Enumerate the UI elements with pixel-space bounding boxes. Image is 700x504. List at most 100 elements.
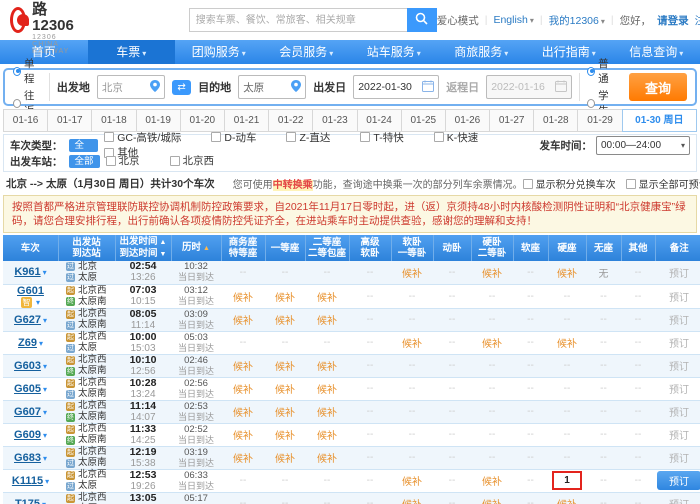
second-class-seat-value[interactable]: 候补 [317, 385, 337, 396]
book-button[interactable]: 预订 [657, 471, 700, 490]
chevron-down-icon[interactable]: ▾ [39, 339, 43, 348]
location-pin-icon[interactable] [150, 80, 160, 95]
column-header[interactable]: 硬座 [548, 235, 586, 261]
hard-sleeper-value[interactable]: 候补 [482, 339, 502, 350]
date-tab-01-30[interactable]: 01-30 周日 [622, 109, 697, 132]
register-link[interactable]: 注册 [695, 13, 700, 28]
column-header[interactable]: 备注 [655, 235, 700, 261]
second-class-seat-value[interactable]: 候补 [317, 454, 337, 465]
show-all-checkbox[interactable]: 显示全部可预订车次 [626, 176, 700, 191]
soft-sleeper-value[interactable]: 候补 [402, 500, 422, 504]
calendar-icon[interactable] [422, 80, 434, 95]
train-link[interactable]: G601 [17, 285, 44, 297]
train-link[interactable]: G609 [14, 429, 41, 441]
second-class-seat-value[interactable]: 候补 [317, 293, 337, 304]
train-link[interactable]: T175 [15, 498, 40, 504]
from-input[interactable] [102, 81, 150, 93]
depart-station-option-0[interactable]: 北京 [106, 153, 140, 168]
column-header[interactable]: 其他 [621, 235, 655, 261]
hard-sleeper-value[interactable]: 候补 [482, 500, 502, 504]
chevron-down-icon[interactable]: ▾ [36, 298, 40, 307]
column-header[interactable]: 高级软卧 [349, 235, 391, 261]
train-link[interactable]: G605 [14, 383, 41, 395]
train-link[interactable]: G627 [14, 314, 41, 326]
nav-item-business-services[interactable]: 商旅服务▾ [438, 40, 526, 64]
nav-item-info-query[interactable]: 信息查询▾ [613, 40, 700, 64]
chevron-down-icon[interactable]: ▾ [43, 316, 47, 325]
chevron-down-icon[interactable]: ▾ [43, 408, 47, 417]
date-tab-01-17[interactable]: 01-17 [47, 109, 92, 132]
hard-seat-value[interactable]: 1 [564, 475, 570, 486]
hard-seat-value[interactable]: 候补 [557, 269, 577, 280]
chevron-down-icon[interactable]: ▾ [43, 268, 47, 277]
second-class-seat-value[interactable]: 候补 [317, 431, 337, 442]
column-header[interactable]: 出发站到达站 [58, 235, 115, 261]
column-header[interactable]: 二等座二等包座 [305, 235, 349, 261]
depart-time-select[interactable]: 00:00—24:00▾ [596, 136, 690, 155]
search-button[interactable] [407, 8, 437, 32]
soft-sleeper-value[interactable]: 候补 [402, 477, 422, 488]
swap-icon[interactable]: ⇄ [172, 80, 191, 95]
date-tab-01-28[interactable]: 01-28 [533, 109, 578, 132]
train-link[interactable]: G683 [14, 452, 41, 464]
business-seat-value[interactable]: 候补 [233, 362, 253, 373]
train-type-option-3[interactable]: T-特快 [360, 130, 403, 145]
chevron-down-icon[interactable]: ▾ [43, 385, 47, 394]
to-input[interactable] [243, 81, 291, 93]
care-mode-link[interactable]: 爱心模式 [437, 13, 479, 28]
my-12306-link[interactable]: 我的12306▾ [549, 13, 605, 28]
business-seat-value[interactable]: 候补 [233, 316, 253, 327]
train-type-option-2[interactable]: Z-直达 [286, 130, 330, 145]
search-input[interactable] [189, 8, 407, 32]
sort-asc-icon[interactable]: ▲ [158, 239, 167, 246]
date-tab-01-16[interactable]: 01-16 [3, 109, 48, 132]
first-class-seat-value[interactable]: 候补 [275, 293, 295, 304]
train-link[interactable]: Z69 [18, 337, 37, 349]
column-header[interactable]: 历时 ▲ [171, 235, 221, 261]
train-type-option-4[interactable]: K-快速 [434, 130, 479, 145]
hard-seat-value[interactable]: 候补 [557, 500, 577, 504]
train-link[interactable]: G607 [14, 406, 41, 418]
business-seat-value[interactable]: 候补 [233, 454, 253, 465]
business-seat-value[interactable]: 候补 [233, 385, 253, 396]
query-button[interactable]: 查询 [629, 73, 687, 101]
transfer-link[interactable]: 中转换乘 [273, 180, 313, 191]
train-type-all-badge[interactable]: 全部 [69, 139, 99, 152]
business-seat-value[interactable]: 候补 [233, 408, 253, 419]
chevron-down-icon[interactable]: ▾ [45, 477, 49, 486]
train-link[interactable]: G603 [14, 360, 41, 372]
sort-desc-icon[interactable]: ▼ [158, 251, 167, 258]
second-class-seat-value[interactable]: 候补 [317, 362, 337, 373]
second-class-seat-value[interactable]: 候补 [317, 316, 337, 327]
first-class-seat-value[interactable]: 候补 [275, 431, 295, 442]
column-header[interactable]: 出发时间 ▲到达时间 ▼ [115, 235, 171, 261]
date-tab-01-29[interactable]: 01-29 [577, 109, 622, 132]
first-class-seat-value[interactable]: 候补 [275, 454, 295, 465]
column-header[interactable]: 软座 [513, 235, 548, 261]
normal-radio[interactable]: 普通 [587, 56, 616, 86]
hard-seat-value[interactable]: 候补 [557, 339, 577, 350]
column-header[interactable]: 商务座特等座 [221, 235, 265, 261]
soft-sleeper-value[interactable]: 候补 [402, 339, 422, 350]
chevron-down-icon[interactable]: ▾ [43, 362, 47, 371]
login-link[interactable]: 请登录 [657, 13, 689, 28]
chevron-down-icon[interactable]: ▾ [43, 454, 47, 463]
column-header[interactable]: 车次 [3, 235, 58, 261]
first-class-seat-value[interactable]: 候补 [275, 385, 295, 396]
depart-date-input[interactable] [358, 81, 422, 93]
show-points-checkbox[interactable]: 显示积分兑换车次 [523, 176, 616, 191]
hard-sleeper-value[interactable]: 候补 [482, 269, 502, 280]
second-class-seat-value[interactable]: 候补 [317, 408, 337, 419]
depart-station-all-badge[interactable]: 全部 [69, 155, 100, 168]
hard-sleeper-value[interactable]: 候补 [482, 477, 502, 488]
first-class-seat-value[interactable]: 候补 [275, 316, 295, 327]
column-header[interactable]: 无座 [586, 235, 621, 261]
nav-item-tickets[interactable]: 车票▾ [88, 40, 176, 64]
english-link[interactable]: English▾ [493, 14, 533, 26]
first-class-seat-value[interactable]: 候补 [275, 408, 295, 419]
nav-item-member-services[interactable]: 会员服务▾ [263, 40, 351, 64]
train-link[interactable]: K961 [14, 266, 40, 278]
nav-item-group-services[interactable]: 团购服务▾ [175, 40, 263, 64]
chevron-down-icon[interactable]: ▾ [43, 431, 47, 440]
business-seat-value[interactable]: 候补 [233, 293, 253, 304]
